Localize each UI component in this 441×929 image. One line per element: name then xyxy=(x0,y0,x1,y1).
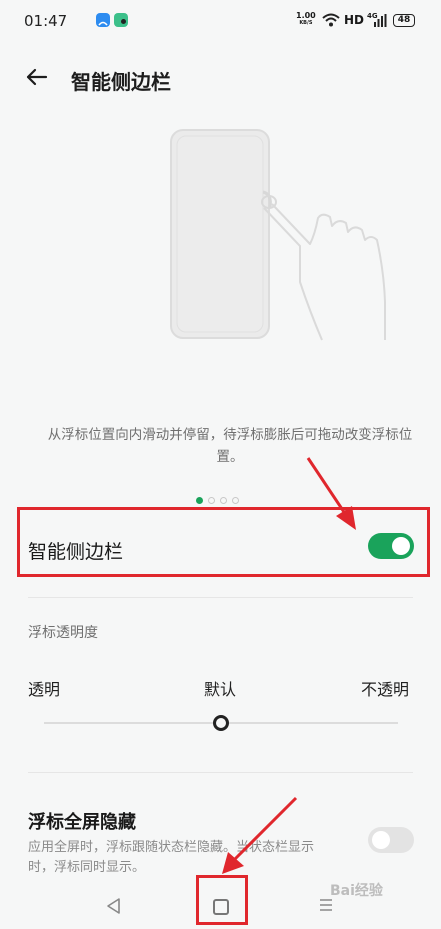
cellular-signal-icon: 4G xyxy=(367,12,387,28)
watermark: Bai经验 xyxy=(330,883,383,899)
fullscreen-hide-description: 应用全屏时，浮标跟随状态栏隐藏。当状态栏显示时，浮标同时显示。 xyxy=(28,840,315,875)
pager-dot[interactable] xyxy=(220,497,227,504)
opacity-transparent-label: 透明 xyxy=(28,680,61,699)
battery-indicator: 48 xyxy=(393,14,415,27)
smart-sidebar-label: 智能侧边栏 xyxy=(28,541,124,563)
fullscreen-hide-toggle[interactable] xyxy=(368,827,414,853)
notification-dot xyxy=(121,19,126,24)
hd-label: HD xyxy=(344,13,365,27)
illustration-description: 从浮标位置向内滑动并停留，待浮标膨胀后可拖动改变浮标位置。 xyxy=(47,427,413,465)
nav-home-icon[interactable] xyxy=(213,899,229,915)
smart-sidebar-toggle[interactable] xyxy=(368,533,414,559)
divider xyxy=(28,772,413,773)
fullscreen-hide-title: 浮标全屏隐藏 xyxy=(28,812,136,833)
page-title: 智能侧边栏 xyxy=(71,70,171,94)
nav-menu-icon[interactable] xyxy=(319,898,333,912)
gesture-illustration xyxy=(170,129,386,341)
opacity-opaque-label: 不透明 xyxy=(361,680,410,699)
status-time: 01:47 xyxy=(24,12,68,30)
divider xyxy=(28,597,413,598)
network-speed-value: 1.00 xyxy=(296,11,316,20)
pager-dot[interactable] xyxy=(232,497,239,504)
pager-dot[interactable] xyxy=(196,497,203,504)
wifi-icon xyxy=(322,13,340,27)
opacity-slider-thumb[interactable] xyxy=(213,715,229,731)
back-arrow-icon[interactable] xyxy=(22,62,52,92)
nav-back-icon[interactable] xyxy=(104,896,124,916)
network-speed-unit: KB/S xyxy=(299,20,313,26)
network-speed: 1.00 KB/S xyxy=(296,11,316,27)
toggle-knob xyxy=(392,537,410,555)
opacity-default-label: 默认 xyxy=(204,680,237,699)
carousel-pager[interactable] xyxy=(196,497,239,504)
opacity-section-label: 浮标透明度 xyxy=(28,625,98,641)
pager-dot[interactable] xyxy=(208,497,215,504)
toggle-knob xyxy=(372,831,390,849)
